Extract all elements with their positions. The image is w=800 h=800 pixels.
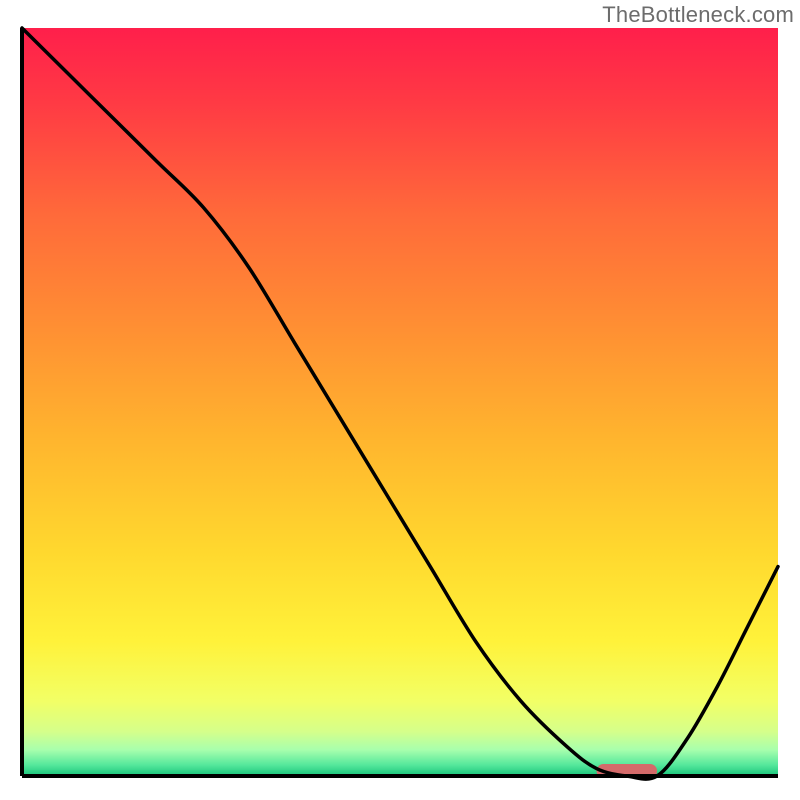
watermark-label: TheBottleneck.com xyxy=(602,2,794,28)
bottleneck-chart xyxy=(0,0,800,800)
chart-container: TheBottleneck.com xyxy=(0,0,800,800)
